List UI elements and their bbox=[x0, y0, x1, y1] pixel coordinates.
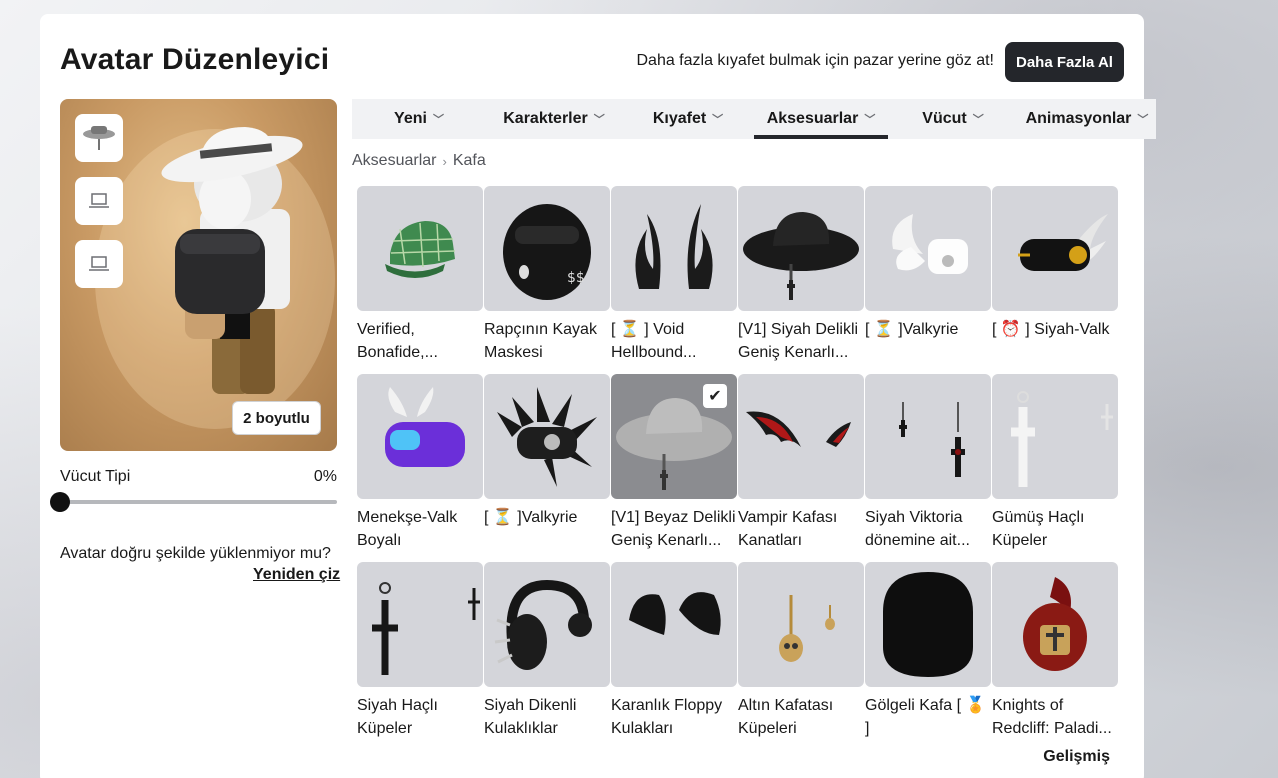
page-title: Avatar Düzenleyici bbox=[60, 43, 330, 76]
breadcrumb: Aksesuarlar › Kafa bbox=[352, 152, 486, 170]
item-card[interactable]: Gümüş Haçlı Küpeler bbox=[992, 374, 1118, 561]
dimension-toggle-button[interactable]: 2 boyutlu bbox=[232, 401, 321, 435]
laptop-icon bbox=[89, 256, 109, 271]
black-spiked-headphones-icon bbox=[484, 562, 610, 687]
chevron-down-icon: ﹀ bbox=[432, 114, 444, 126]
tab-vucut[interactable]: Vücut ﹀ bbox=[888, 99, 1018, 139]
redcliff-helmet-icon bbox=[992, 562, 1118, 687]
avatar-preview[interactable]: 2 boyutlu bbox=[60, 99, 337, 451]
green-plaid-cap-icon bbox=[357, 186, 483, 311]
tab-yeni[interactable]: Yeni ﹀ bbox=[352, 99, 486, 139]
checkmark-icon: ✔ bbox=[703, 384, 727, 408]
black-ski-mask-icon: $$ bbox=[484, 186, 610, 311]
item-name: Altın Kafatası Küpeleri bbox=[738, 697, 834, 737]
chevron-down-icon: ﹀ bbox=[1137, 114, 1149, 126]
black-cross-earrings-icon bbox=[357, 562, 483, 687]
silver-cross-earrings-icon bbox=[992, 374, 1118, 499]
body-type-slider-thumb[interactable] bbox=[50, 492, 70, 512]
item-name: Siyah Dikenli Kulaklıklar bbox=[484, 697, 577, 737]
item-card[interactable]: [ ⏰ ] Siyah-Valk bbox=[992, 186, 1118, 373]
get-more-button[interactable]: Daha Fazla Al bbox=[1005, 42, 1124, 82]
chevron-down-icon: ﹀ bbox=[972, 114, 984, 126]
chevron-down-icon: ﹀ bbox=[712, 114, 724, 126]
redraw-link[interactable]: Yeniden çiz bbox=[253, 566, 340, 584]
item-name: [ ⏳ ] Void Hellbound... bbox=[611, 321, 697, 361]
item-card[interactable]: Altın Kafatası Küpeleri bbox=[738, 562, 864, 749]
empty-slot-button[interactable] bbox=[75, 177, 123, 225]
tab-animasyonlar[interactable]: Animasyonlar ﹀ bbox=[1018, 99, 1156, 139]
item-card[interactable]: Vampir Kafası Kanatları bbox=[738, 374, 864, 561]
chevron-right-icon: › bbox=[442, 153, 447, 169]
item-card[interactable]: Knights of Redcliff: Paladi... bbox=[992, 562, 1118, 749]
item-card-selected[interactable]: ✔ [V1] Beyaz Delikli Geniş Kenarlı... bbox=[611, 374, 737, 561]
body-type-label: Vücut Tipi bbox=[60, 468, 131, 485]
svg-text:$$: $$ bbox=[567, 270, 585, 286]
tab-karakterler[interactable]: Karakterler ﹀ bbox=[486, 99, 622, 139]
item-name: Knights of Redcliff: Paladi... bbox=[992, 697, 1112, 737]
item-card[interactable]: [ ⏳ ] Void Hellbound... bbox=[611, 186, 737, 373]
item-card[interactable]: $$ Rapçının Kayak Maskesi bbox=[484, 186, 610, 373]
item-name: Gümüş Haçlı Küpeler bbox=[992, 509, 1085, 549]
black-horns-icon bbox=[611, 186, 737, 311]
body-type-value: 0% bbox=[313, 468, 337, 485]
item-grid: Verified, Bonafide,... $$ Rapçının Kayak… bbox=[357, 186, 1118, 749]
chevron-down-icon: ﹀ bbox=[864, 114, 876, 126]
item-card[interactable]: Siyah Viktoria dönemine ait... bbox=[865, 374, 991, 561]
vampire-wings-icon bbox=[738, 374, 864, 499]
gold-skull-earrings-icon bbox=[738, 562, 864, 687]
black-victorian-earrings-icon bbox=[865, 374, 991, 499]
item-name: [ ⏳ ]Valkyrie bbox=[865, 321, 959, 338]
item-name: Gölgeli Kafa [ 🏅 ] bbox=[865, 697, 986, 737]
marketplace-promo-text: Daha fazla kıyafet bulmak için pazar yer… bbox=[636, 52, 994, 69]
chevron-down-icon: ﹀ bbox=[593, 114, 605, 126]
purple-valk-icon bbox=[357, 374, 483, 499]
item-name: Siyah Haçlı Küpeler bbox=[357, 697, 438, 737]
tab-aksesuarlar[interactable]: Aksesuarlar ﹀ bbox=[754, 99, 888, 139]
breadcrumb-head: Kafa bbox=[452, 152, 486, 169]
item-name: Rapçının Kayak Maskesi bbox=[484, 321, 597, 361]
item-card[interactable]: Verified, Bonafide,... bbox=[357, 186, 483, 373]
item-name: [V1] Siyah Delikli Geniş Kenarlı... bbox=[738, 321, 859, 361]
item-name: Karanlık Floppy Kulakları bbox=[611, 697, 723, 737]
item-card[interactable]: Menekşe-Valk Boyalı bbox=[357, 374, 483, 561]
accessory-thumbnail-hat[interactable] bbox=[75, 114, 123, 162]
avatar-editor-panel: Avatar Düzenleyici Daha fazla kıyafet bu… bbox=[40, 14, 1156, 778]
item-card[interactable]: Siyah Dikenli Kulaklıklar bbox=[484, 562, 610, 749]
item-name: Vampir Kafası Kanatları bbox=[738, 509, 838, 549]
item-name: Siyah Viktoria dönemine ait... bbox=[865, 509, 970, 549]
black-wide-hat-icon bbox=[738, 186, 864, 311]
black-valk-icon bbox=[992, 186, 1118, 311]
white-valkyrie-icon bbox=[865, 186, 991, 311]
item-card[interactable]: [ ⏳ ]Valkyrie bbox=[484, 374, 610, 561]
advanced-button[interactable]: Gelişmiş bbox=[1043, 748, 1110, 766]
item-card[interactable]: Gölgeli Kafa [ 🏅 ] bbox=[865, 562, 991, 749]
laptop-icon bbox=[89, 193, 109, 208]
item-name: [V1] Beyaz Delikli Geniş Kenarlı... bbox=[611, 509, 736, 549]
body-type-row: Vücut Tipi 0% bbox=[60, 468, 337, 486]
category-tabs: Yeni ﹀ Karakterler ﹀ Kıyafet ﹀ Aksesuarlar ﹀… bbox=[352, 99, 1156, 139]
item-name: [ ⏰ ] Siyah-Valk bbox=[992, 321, 1110, 338]
reload-message: Avatar doğru şekilde yüklenmiyor mu? bbox=[60, 545, 331, 562]
shadow-head-icon bbox=[865, 562, 991, 687]
empty-slot-button[interactable] bbox=[75, 240, 123, 288]
item-name: Menekşe-Valk Boyalı bbox=[357, 509, 458, 549]
item-card[interactable]: Karanlık Floppy Kulakları bbox=[611, 562, 737, 749]
hat-thumb-icon bbox=[83, 126, 115, 150]
item-card[interactable]: [V1] Siyah Delikli Geniş Kenarlı... bbox=[738, 186, 864, 373]
item-name: [ ⏳ ]Valkyrie bbox=[484, 509, 578, 526]
body-type-slider-track[interactable] bbox=[60, 500, 337, 504]
item-card[interactable]: Siyah Haçlı Küpeler bbox=[357, 562, 483, 749]
white-wide-hat-icon: ✔ bbox=[611, 374, 737, 499]
item-card[interactable]: [ ⏳ ]Valkyrie bbox=[865, 186, 991, 373]
dark-floppy-ears-icon bbox=[611, 562, 737, 687]
black-spiky-valkyrie-icon bbox=[484, 374, 610, 499]
breadcrumb-accessories[interactable]: Aksesuarlar bbox=[352, 152, 436, 170]
item-name: Verified, Bonafide,... bbox=[357, 321, 438, 361]
tab-kiyafet[interactable]: Kıyafet ﹀ bbox=[622, 99, 754, 139]
